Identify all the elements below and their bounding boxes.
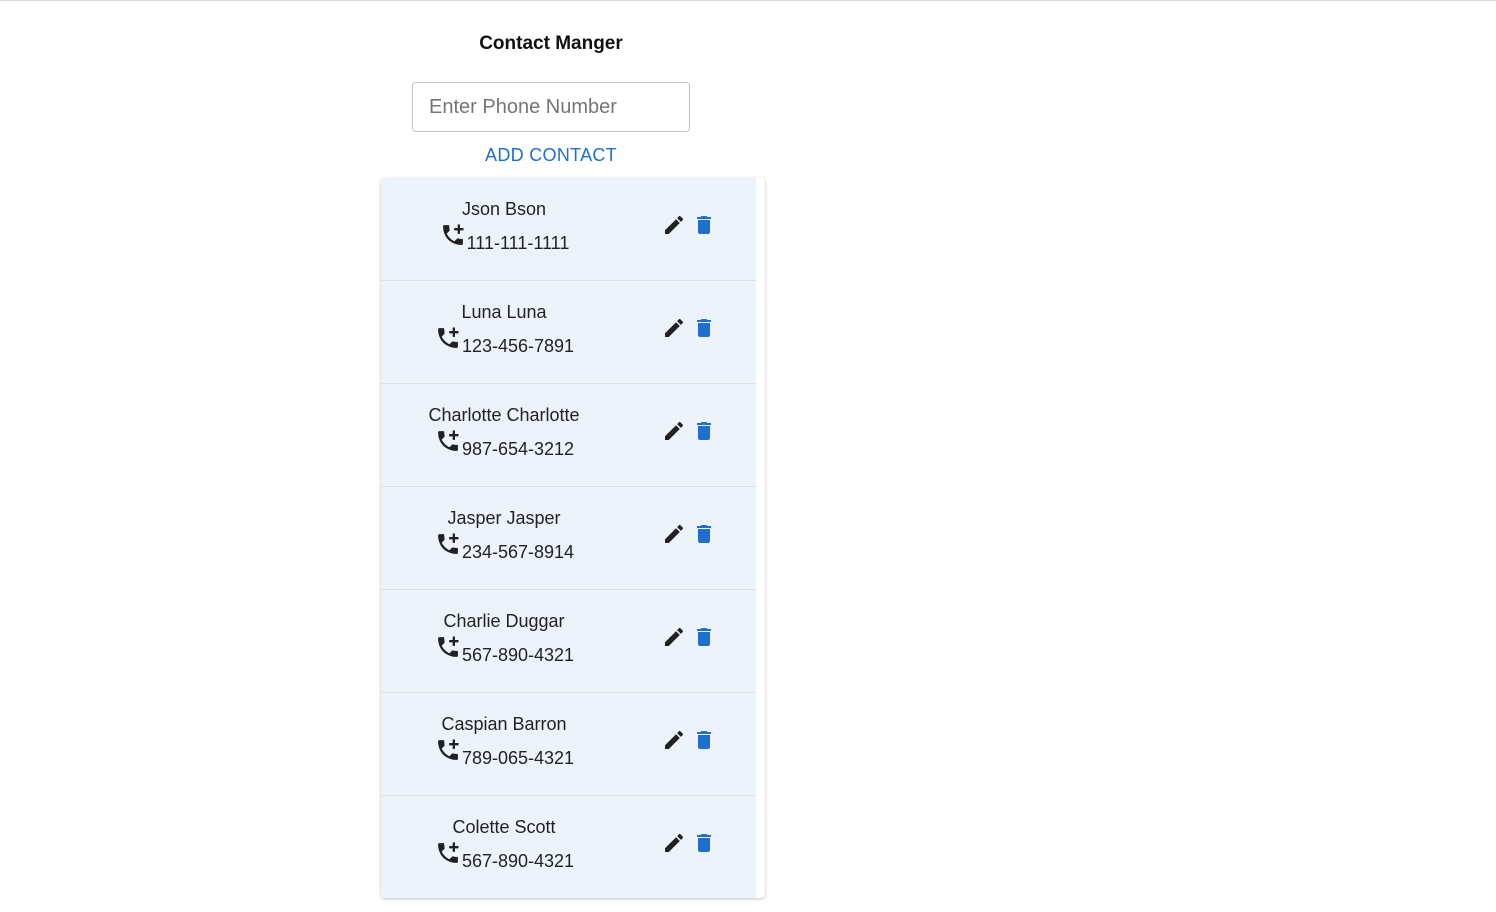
add-call-icon [434, 736, 462, 764]
contact-phone-number: 987-654-3212 [461, 439, 575, 459]
contact-phone-line: 567-890-4321 [381, 839, 627, 871]
contact-name: Charlotte Charlotte [428, 405, 580, 425]
trash-icon[interactable] [692, 211, 716, 239]
page-title: Contact Manger [479, 33, 623, 54]
trash-icon[interactable] [692, 520, 716, 548]
pencil-icon[interactable] [662, 829, 686, 857]
add-contact-button[interactable]: ADD CONTACT [470, 142, 632, 168]
row-actions [662, 211, 716, 239]
phone-number-input[interactable] [412, 82, 690, 132]
add-call-icon [439, 221, 467, 249]
row-actions [662, 726, 716, 754]
trash-icon[interactable] [692, 726, 716, 754]
contact-phone-number: 789-065-4321 [461, 748, 575, 768]
contact-row: Colette Scott 567-890-4321 [381, 796, 756, 898]
contact-name: Jasper Jasper [447, 508, 561, 528]
trash-icon[interactable] [692, 829, 716, 857]
contact-name: Charlie Duggar [443, 611, 565, 631]
contact-name: Json Bson [461, 199, 547, 219]
contact-phone-line: 567-890-4321 [381, 633, 627, 665]
add-call-icon [434, 324, 462, 352]
row-actions [662, 520, 716, 548]
contact-phone-number: 111-111-1111 [466, 233, 570, 253]
contact-row: Luna Luna 123-456-7891 [381, 281, 756, 384]
trash-icon[interactable] [692, 314, 716, 342]
contact-phone-number: 123-456-7891 [461, 336, 575, 356]
pencil-icon[interactable] [662, 520, 686, 548]
top-divider [0, 0, 1496, 2]
contact-phone-line: 789-065-4321 [381, 736, 627, 768]
contact-name: Luna Luna [461, 302, 547, 322]
contact-phone-line: 234-567-8914 [381, 530, 627, 562]
contact-name: Colette Scott [452, 817, 556, 837]
row-actions [662, 623, 716, 651]
pencil-icon[interactable] [662, 623, 686, 651]
contact-phone-number: 567-890-4321 [461, 851, 575, 871]
contact-row: Charlotte Charlotte 987-654-3212 [381, 384, 756, 487]
pencil-icon[interactable] [662, 417, 686, 445]
add-call-icon [434, 530, 462, 558]
contact-list: Json Bson 111-111-1111 Luna Luna 123-456… [381, 178, 765, 898]
add-call-icon [434, 839, 462, 867]
contact-phone-number: 234-567-8914 [461, 542, 575, 562]
add-call-icon [434, 427, 462, 455]
add-call-icon [434, 633, 462, 661]
pencil-icon[interactable] [662, 211, 686, 239]
contact-name: Caspian Barron [441, 714, 567, 734]
trash-icon[interactable] [692, 623, 716, 651]
contact-phone-line: 987-654-3212 [381, 427, 627, 459]
row-actions [662, 417, 716, 445]
contact-row: Json Bson 111-111-1111 [381, 178, 756, 281]
trash-icon[interactable] [692, 417, 716, 445]
contact-row: Caspian Barron 789-065-4321 [381, 693, 756, 796]
pencil-icon[interactable] [662, 726, 686, 754]
contact-phone-line: 123-456-7891 [381, 324, 627, 356]
row-actions [662, 314, 716, 342]
pencil-icon[interactable] [662, 314, 686, 342]
contact-row: Charlie Duggar 567-890-4321 [381, 590, 756, 693]
contact-phone-line: 111-111-1111 [381, 221, 627, 253]
row-actions [662, 829, 716, 857]
contact-phone-number: 567-890-4321 [461, 645, 575, 665]
contact-row: Jasper Jasper 234-567-8914 [381, 487, 756, 590]
